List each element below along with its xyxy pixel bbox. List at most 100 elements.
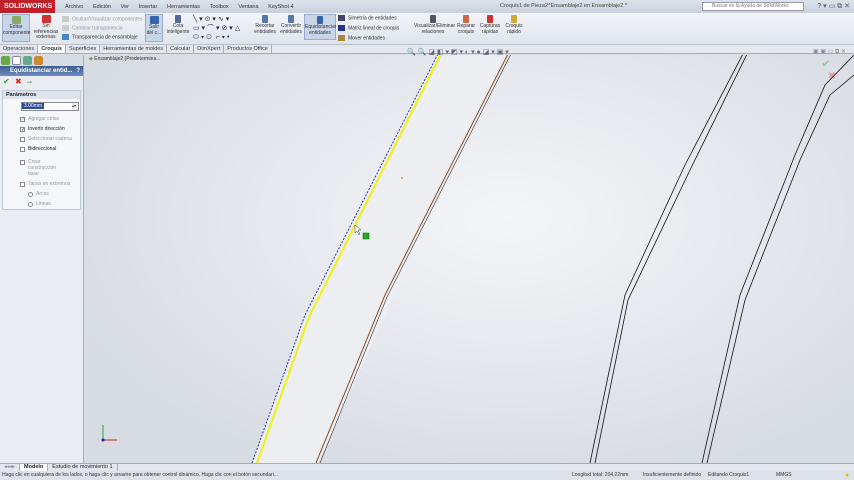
- label: Convertir entidades: [280, 23, 302, 35]
- rapid-sketch-button[interactable]: Croquis rápido: [503, 14, 525, 35]
- ok-check-icon[interactable]: ✔: [3, 77, 10, 86]
- window-controls[interactable]: ? ▾ ▭ ⧉ ✕: [817, 2, 850, 11]
- command-manager: Editar componente Sin referencias extern…: [0, 13, 854, 45]
- quick-snaps-button[interactable]: Capturas rápidas: [479, 14, 501, 35]
- move-entities[interactable]: Mover entidades: [338, 35, 385, 41]
- hide-show-components[interactable]: Ocultar/Visualizar componentes: [62, 16, 143, 22]
- menu-edicion[interactable]: Edición: [93, 4, 111, 10]
- title-bar: SOLIDWORKS Archivo Edición Ver Insertar …: [0, 0, 854, 13]
- option-bidirectional[interactable]: Bidireccional: [3, 144, 80, 154]
- cancel-x-icon[interactable]: ✖: [15, 77, 22, 86]
- tab-superficies[interactable]: Superficies: [66, 45, 101, 53]
- option-base-construction[interactable]: Crear construcción base: [3, 154, 80, 179]
- menu-archivo[interactable]: Archivo: [65, 4, 83, 10]
- tab-operaciones[interactable]: Operaciones: [0, 45, 39, 53]
- panel-title: Equidistanciar entid...: [10, 68, 73, 74]
- label: Visualizar/Eliminar relaciones: [414, 23, 456, 35]
- label: Ocultar/Visualizar componentes: [72, 16, 143, 23]
- label: Crear construcción base: [28, 159, 57, 177]
- part-face: [252, 55, 508, 463]
- pushpin-icon[interactable]: ⊸: [27, 80, 32, 86]
- label: Sin referencias externas: [33, 23, 59, 40]
- option-lines[interactable]: Lineas: [3, 199, 80, 209]
- option-arcs[interactable]: Arcos: [3, 189, 80, 199]
- origin-point: [401, 177, 403, 179]
- tab-scroll-buttons[interactable]: ◂◂◂▸: [0, 464, 21, 471]
- trim-entities-button[interactable]: Recortar entidades: [252, 14, 278, 35]
- menu-keyshot[interactable]: KeyShot 4: [268, 4, 293, 10]
- help-icon[interactable]: ●: [845, 471, 849, 480]
- menu-insertar[interactable]: Insertar: [139, 4, 158, 10]
- panel-tabs: [0, 55, 83, 66]
- solidworks-logo: SOLIDWORKS: [0, 0, 55, 13]
- hide-icon: [62, 16, 69, 22]
- tab-calcular[interactable]: Calcular: [167, 45, 195, 53]
- label: Lineas: [36, 201, 51, 207]
- offset-distance-input[interactable]: 3.00mm ▴▾: [21, 102, 79, 111]
- menu-herramientas[interactable]: Herramientas: [167, 4, 200, 10]
- tab-motion-study[interactable]: Estudio de movimiento 1: [48, 464, 118, 471]
- label: Croquis rápido: [505, 23, 523, 35]
- config-tab-icon[interactable]: [23, 56, 32, 65]
- panel-header: Equidistanciar entid...?: [0, 66, 83, 76]
- feature-tree-tab-icon[interactable]: [1, 56, 10, 65]
- option-add-dimensions[interactable]: ✓ Agregar cotas: [3, 114, 80, 124]
- option-select-chain[interactable]: Seleccionar cadena: [3, 134, 80, 144]
- sketch-entities-tools[interactable]: ╲ ▾ ⊙ ▾ ∿ ▾ ▭ ▾ ⌒ ▾ ⊘ ▾ △ ⬭ ▾ ⊙ ⌐ ▾ •: [193, 15, 240, 42]
- label: Salir del c...: [146, 24, 162, 36]
- exit-sketch-button[interactable]: Salir del c...: [145, 14, 163, 42]
- tab-croquis[interactable]: Croquis: [38, 45, 66, 53]
- tab-herramientas-moldes[interactable]: Herramientas de moldes: [100, 45, 168, 53]
- option-cap-ends[interactable]: Tapas en extremos: [3, 179, 80, 189]
- mirror-entities[interactable]: Simetría de entidades: [338, 15, 397, 21]
- repair-sketch-button[interactable]: Reparar croquis: [455, 14, 477, 35]
- smart-dimension-button[interactable]: Cota inteligente: [165, 14, 191, 35]
- label: Cota inteligente: [166, 23, 190, 35]
- graphics-area[interactable]: ◆ Ensamblaje2 (Predetermina... 🔍 🔍 ◪ ◧ ▾…: [85, 49, 854, 463]
- label: Cambiar transparencia: [72, 25, 123, 32]
- label: Equidistanciar entidades: [305, 24, 337, 36]
- tab-productos-office[interactable]: Productos Office: [224, 45, 272, 53]
- menu-ventana[interactable]: Ventana: [238, 4, 258, 10]
- parameters-heading: Parámetros: [3, 91, 80, 99]
- status-units[interactable]: MMGS: [776, 471, 792, 480]
- sketch-canvas: [101, 55, 854, 463]
- option-reverse-direction[interactable]: ✓ Invertir dirección: [3, 124, 80, 134]
- label: Bidireccional: [28, 146, 57, 152]
- mirror-icon: [338, 15, 345, 21]
- convert-icon: [288, 15, 294, 23]
- parameters-group: Parámetros 3.00mm ▴▾ ✓ Agregar cotas ✓ Inve…: [2, 90, 81, 210]
- assembly-transparency[interactable]: Transparencia de ensamblaje: [62, 34, 138, 40]
- move-icon: [338, 35, 345, 41]
- display-tab-icon[interactable]: [34, 56, 43, 65]
- convert-entities-button[interactable]: Convertir entidades: [279, 14, 303, 35]
- status-editing: Editando Croquis1: [708, 472, 750, 478]
- relations-icon: [430, 15, 436, 23]
- spin-buttons[interactable]: ▴▾: [72, 103, 78, 110]
- offset-icon: [317, 16, 323, 24]
- menu-toolbox[interactable]: Toolbox: [210, 4, 229, 10]
- edge: [589, 55, 743, 463]
- help-button[interactable]: ?: [76, 66, 80, 76]
- change-transparency[interactable]: Cambiar transparencia: [62, 25, 123, 31]
- offset-entities-button[interactable]: Equidistanciar entidades: [304, 14, 336, 40]
- property-manager: Equidistanciar entid...? ✔ ✖ ⊸ Parámetro…: [0, 55, 84, 463]
- tab-dimxpert[interactable]: DimXpert: [194, 45, 225, 53]
- tab-model[interactable]: Modelo: [20, 464, 49, 471]
- label: Editar componente: [3, 24, 31, 36]
- edge: [701, 55, 854, 463]
- linear-sketch-pattern[interactable]: Matriz lineal de croquis: [338, 25, 399, 31]
- edit-component-button[interactable]: Editar componente: [2, 14, 31, 42]
- edit-component-icon: [11, 16, 21, 24]
- smart-dimension-icon: [175, 15, 181, 23]
- label: Simetría de entidades: [348, 15, 397, 22]
- help-search-input[interactable]: Buscar en la Ayuda de SolidWorks: [702, 2, 804, 11]
- quick-snaps-icon: [487, 15, 493, 23]
- repair-icon: [463, 15, 469, 23]
- menu-ver[interactable]: Ver: [121, 4, 129, 10]
- display-delete-relations-button[interactable]: Visualizar/Eliminar relaciones: [414, 14, 456, 35]
- label: Agregar cotas: [28, 116, 60, 122]
- property-manager-tab-icon[interactable]: [12, 56, 21, 65]
- status-hint: Haga clic en cualquiera de los lados, o …: [2, 472, 278, 478]
- no-external-refs-button[interactable]: Sin referencias externas: [32, 14, 60, 41]
